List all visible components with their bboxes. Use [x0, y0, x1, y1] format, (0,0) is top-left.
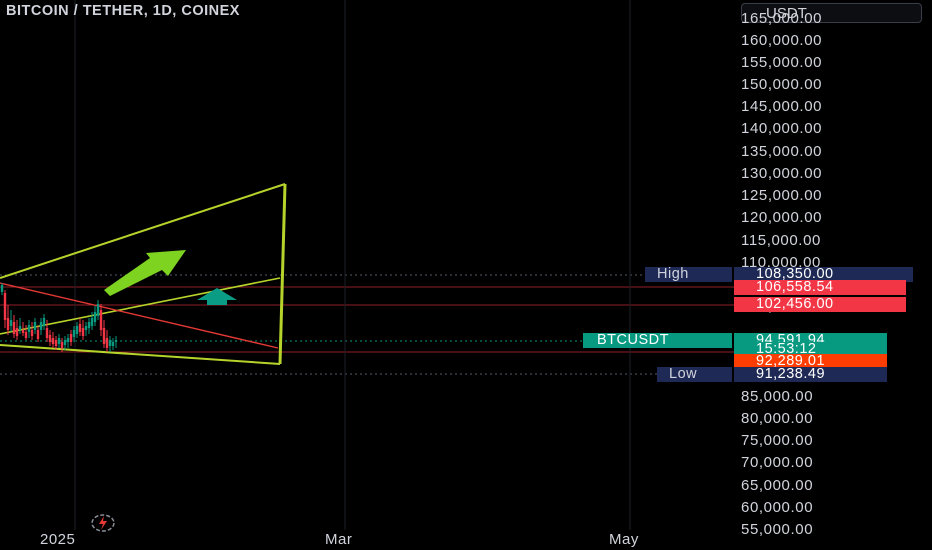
price-tick: 55,000.00: [741, 521, 814, 538]
price-tick: 165,000.00: [741, 10, 823, 27]
red-level-2-tag: 102,456.00: [734, 297, 906, 312]
price-tick: 65,000.00: [741, 477, 814, 494]
candle-body: [18, 326, 22, 330]
candle-body: [36, 330, 40, 339]
candle-body: [87, 322, 91, 328]
low-value: 91,238.49: [734, 367, 887, 382]
symbol-label: BTCUSDT: [583, 333, 732, 348]
candle-body: [42, 318, 46, 326]
candle-body: [24, 332, 28, 338]
candles: [0, 283, 118, 352]
candle-body: [93, 312, 97, 322]
candle-body: [12, 322, 16, 334]
candle-body: [27, 325, 31, 332]
price-tick: 160,000.00: [741, 32, 823, 49]
candle-body: [0, 285, 4, 292]
candle-body: [99, 310, 103, 330]
candle-body: [108, 340, 112, 346]
candle-body: [81, 328, 85, 336]
price-tick: 80,000.00: [741, 410, 814, 427]
candle-body: [84, 326, 88, 330]
candle-body: [111, 342, 115, 346]
price-tick: 70,000.00: [741, 454, 814, 471]
price-tick: 155,000.00: [741, 54, 823, 71]
candle-body: [78, 324, 82, 332]
time-label-mar: Mar: [325, 531, 353, 548]
price-tick: 145,000.00: [741, 98, 823, 115]
low-label: Low: [657, 367, 732, 382]
price-tick: 135,000.00: [741, 143, 823, 160]
candle-body: [90, 318, 94, 326]
candle-body: [15, 328, 19, 336]
price-tick: 150,000.00: [741, 76, 823, 93]
price-tick: 120,000.00: [741, 209, 823, 226]
price-tick: 75,000.00: [741, 432, 814, 449]
candle-body: [69, 334, 73, 342]
price-tick: 130,000.00: [741, 165, 823, 182]
candle-body: [75, 326, 79, 334]
candle-body: [63, 340, 67, 345]
price-tick: 115,000.00: [741, 232, 821, 249]
high-label: High: [645, 267, 732, 282]
price-tick: 60,000.00: [741, 499, 814, 516]
chart-title: BITCOIN / TETHER, 1D, COINEX: [6, 3, 240, 19]
candle-body: [33, 322, 37, 330]
candle-body: [21, 330, 25, 333]
candle-body: [72, 330, 76, 337]
red-level-1-tag: 106,558.54: [734, 280, 906, 295]
price-tick: 140,000.00: [741, 120, 823, 137]
bullish-arrow: [104, 250, 186, 296]
candle-body: [105, 338, 109, 348]
candle-body: [102, 328, 106, 344]
candle-body: [6, 318, 10, 330]
candle-body: [96, 304, 100, 316]
candle-body: [57, 338, 61, 344]
time-label-2025: 2025: [40, 531, 76, 548]
candle-body: [30, 330, 34, 336]
candle-body: [9, 320, 13, 326]
candle-body: [45, 328, 49, 338]
candle-body: [60, 342, 64, 348]
candle-body: [3, 293, 7, 320]
candle-body: [48, 335, 52, 342]
candle-body: [51, 338, 55, 344]
price-tick: 85,000.00: [741, 388, 814, 405]
candle-body: [54, 340, 58, 346]
price-tick: 125,000.00: [741, 187, 823, 204]
time-label-may: May: [609, 531, 639, 548]
candle-body: [66, 338, 70, 342]
up-arrow-icon: [197, 288, 237, 305]
bolt-icon[interactable]: [91, 513, 115, 532]
candle-body: [39, 322, 43, 330]
candle-body: [114, 340, 118, 342]
red-trendline: [0, 282, 279, 349]
